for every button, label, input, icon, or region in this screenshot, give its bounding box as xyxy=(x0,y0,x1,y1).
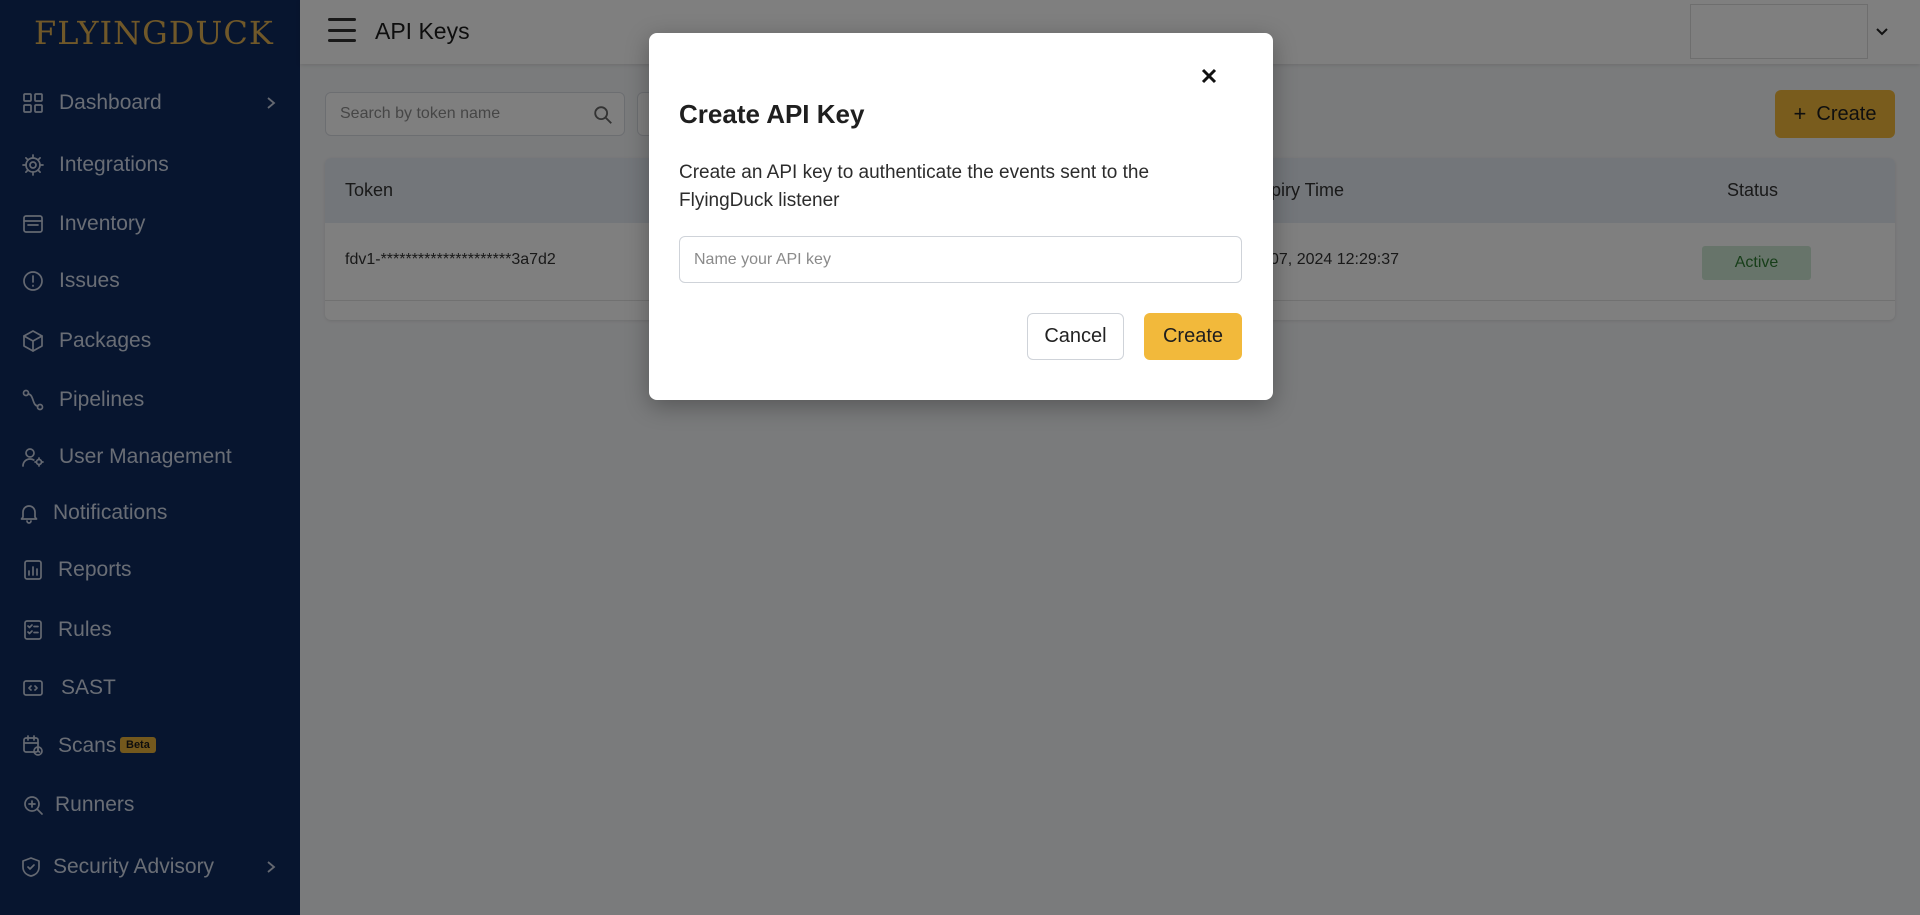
create-button[interactable]: Create xyxy=(1144,313,1242,360)
modal-description: Create an API key to authenticate the ev… xyxy=(679,162,1150,211)
api-key-name-input[interactable] xyxy=(679,236,1242,283)
modal-title: Create API Key xyxy=(679,99,865,129)
cancel-button[interactable]: Cancel xyxy=(1027,313,1124,360)
close-icon[interactable] xyxy=(1200,67,1220,87)
create-api-key-modal: Create API Key Create an API key to auth… xyxy=(649,33,1273,400)
